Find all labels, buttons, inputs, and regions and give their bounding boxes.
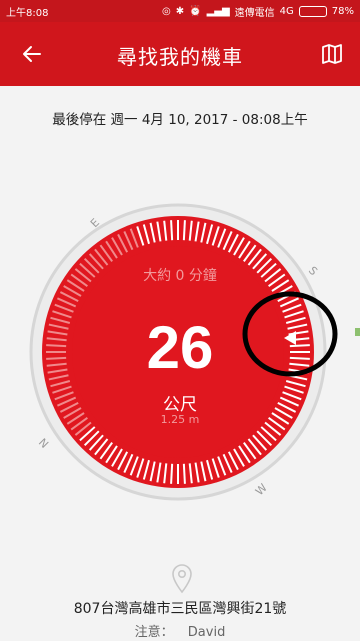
time-estimate: 大約 0 分鐘 — [143, 268, 217, 284]
compass-tick — [182, 220, 186, 241]
cardinal-w: W — [253, 481, 270, 498]
note-row: 注意： David — [0, 621, 360, 640]
address-text: 807台灣高雄市三民區灣興街21號 — [73, 601, 287, 617]
compass-tick — [170, 463, 174, 484]
compass-tick — [170, 220, 174, 241]
distance-unit: 公尺 — [163, 395, 197, 415]
distance-secondary: 1.25 m — [160, 413, 200, 426]
note-value: David — [187, 625, 226, 640]
side-handle[interactable] — [355, 328, 360, 336]
note-label: 注意： — [134, 625, 174, 640]
location-pin-icon — [172, 564, 192, 594]
cardinal-n: N — [36, 436, 51, 451]
distance-value: 26 — [146, 314, 214, 381]
compass-tick — [182, 463, 186, 484]
